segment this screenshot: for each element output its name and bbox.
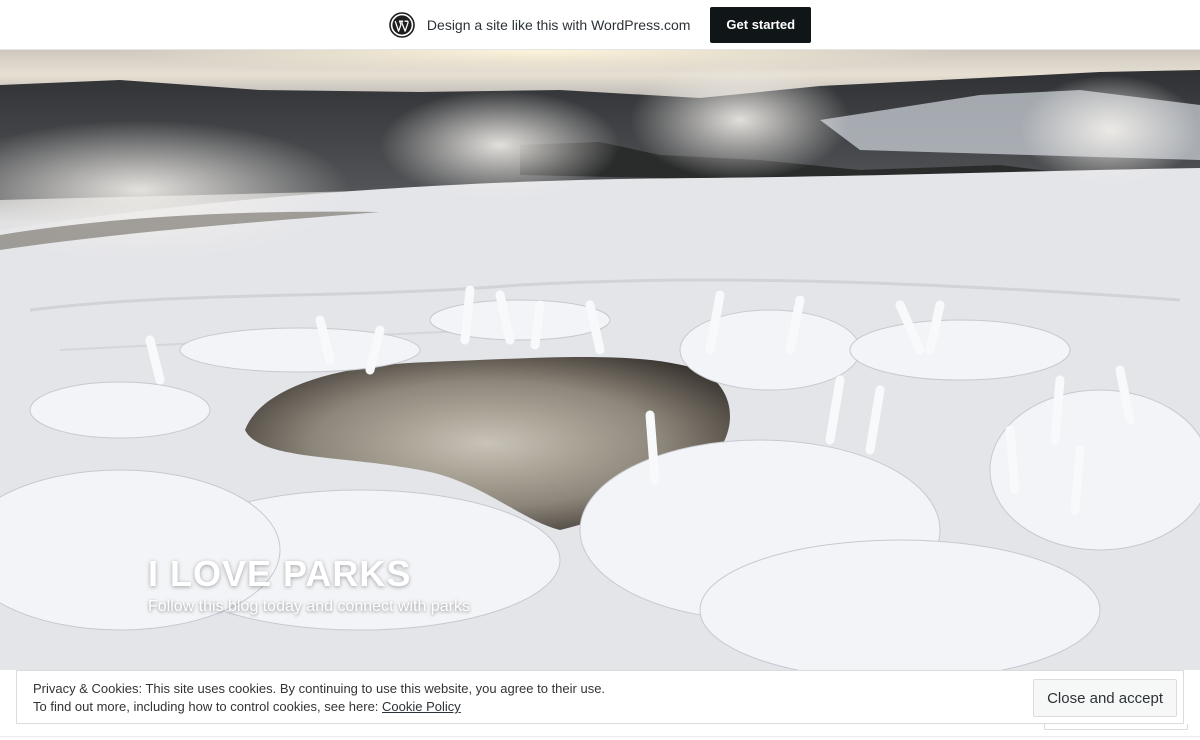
header-image: I LOVE PARKS Follow this blog today and …	[0, 50, 1200, 670]
cookie-notice-prefix: To find out more, including how to contr…	[33, 699, 383, 714]
page-divider	[0, 736, 1200, 737]
cookie-notice-line-1: Privacy & Cookies: This site uses cookie…	[33, 681, 606, 696]
follow-widget-edge	[1044, 724, 1188, 730]
cookie-consent-bar: Privacy & Cookies: This site uses cookie…	[16, 670, 1184, 724]
site-title[interactable]: I LOVE PARKS	[148, 553, 411, 595]
site-tagline: Follow this blog today and connect with …	[148, 598, 470, 615]
wordpress-logo-icon[interactable]	[389, 11, 415, 38]
get-started-button[interactable]: Get started	[710, 6, 812, 43]
cookie-notice-line-2: To find out more, including how to contr…	[33, 698, 605, 716]
cookie-notice-text: Privacy & Cookies: This site uses cookie…	[33, 680, 605, 716]
wordpress-promo-banner: Design a site like this with WordPress.c…	[0, 0, 1200, 50]
cookie-policy-link[interactable]: Cookie Policy	[382, 699, 461, 714]
banner-text: Design a site like this with WordPress.c…	[426, 16, 691, 33]
close-and-accept-button[interactable]: Close and accept	[1033, 679, 1177, 717]
